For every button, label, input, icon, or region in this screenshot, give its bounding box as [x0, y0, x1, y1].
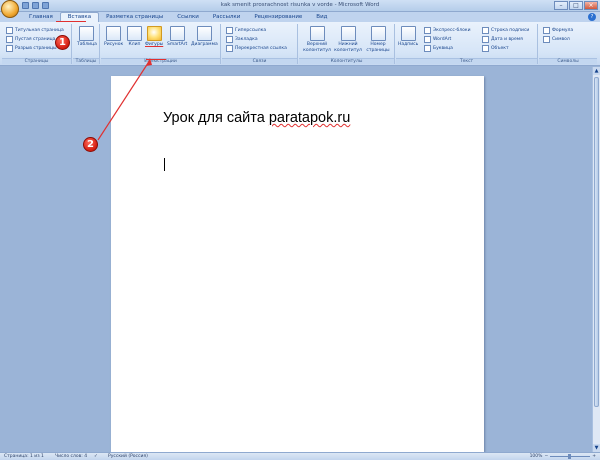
cover-page-button[interactable]: Титульная страница	[6, 26, 64, 35]
ribbon-tabs: Главная Вставка Разметка страницы Ссылки…	[0, 12, 600, 22]
hyperlink-icon	[226, 27, 233, 34]
page-break-button[interactable]: Разрыв страницы	[6, 44, 57, 53]
group-label-symbols: Символы	[539, 58, 597, 64]
cross-reference-button[interactable]: Перекрестная ссылка	[226, 44, 287, 53]
wordart-icon	[424, 36, 431, 43]
ribbon: Титульная страница Пустая страница Разры…	[0, 22, 600, 66]
status-word-count[interactable]: Число слов: 4	[55, 454, 87, 459]
picture-button[interactable]: Рисунок	[104, 26, 123, 48]
heading-link-text: paratapok.ru	[268, 110, 351, 126]
quick-parts-icon	[424, 27, 431, 34]
document-page[interactable]	[111, 76, 484, 452]
scroll-thumb[interactable]	[594, 77, 599, 407]
date-time-button[interactable]: Дата и время	[482, 35, 523, 44]
chart-icon	[196, 26, 212, 41]
clip-icon	[127, 26, 142, 41]
scroll-up-icon[interactable]: ▲	[593, 67, 600, 75]
status-bar: Страница: 1 из 1 Число слов: 4 ✓ Русский…	[0, 452, 600, 460]
smartart-icon	[169, 26, 185, 41]
vertical-scrollbar[interactable]: ▲ ▼	[592, 67, 600, 452]
header-button[interactable]: Верхний колонтитул	[301, 26, 333, 53]
shapes-underline	[146, 59, 166, 60]
clip-button[interactable]: Клип	[127, 26, 142, 48]
office-button[interactable]	[1, 0, 19, 18]
smartart-button[interactable]: SmartArt	[167, 26, 187, 48]
text-box-button[interactable]: Надпись	[398, 26, 418, 48]
tab-review[interactable]: Рецензирование	[247, 12, 309, 22]
picture-icon	[106, 26, 122, 41]
scroll-down-icon[interactable]: ▼	[593, 444, 600, 452]
header-icon	[309, 26, 325, 41]
text-box-icon	[400, 26, 416, 41]
tab-home[interactable]: Главная	[22, 12, 60, 22]
group-label-text: Текст	[396, 58, 537, 64]
blank-page-button[interactable]: Пустая страница	[6, 35, 55, 44]
chart-button[interactable]: Диаграмма	[191, 26, 218, 48]
object-icon	[482, 45, 489, 52]
step-marker-2: 2	[83, 137, 98, 152]
footer-icon	[340, 26, 356, 41]
status-language[interactable]: Русский (Россия)	[108, 454, 148, 459]
zoom-level[interactable]: 100%	[530, 454, 543, 459]
maximize-button[interactable]: □	[569, 1, 583, 10]
tab-references[interactable]: Ссылки	[170, 12, 206, 22]
group-label-pages: Страницы	[2, 58, 71, 64]
footer-button[interactable]: Нижний колонтитул	[333, 26, 363, 53]
group-illustrations: Рисунок Клип Фигуры SmartArt Диаграмма И…	[101, 24, 221, 64]
zoom-in-icon[interactable]: +	[592, 454, 596, 459]
signature-line-button[interactable]: Строка подписи	[482, 26, 529, 35]
page-number-icon	[370, 26, 386, 41]
table-icon	[79, 26, 95, 41]
page-number-button[interactable]: Номер страницы	[364, 26, 392, 53]
drop-cap-icon	[424, 45, 431, 52]
window-title: kak smenit prosrachnost risunka v vorde …	[220, 2, 380, 8]
date-time-icon	[482, 36, 489, 43]
group-label-tables: Таблицы	[73, 58, 99, 64]
tab-view[interactable]: Вид	[309, 12, 334, 22]
insert-tab-underline	[56, 21, 86, 22]
symbol-button[interactable]: Символ	[543, 35, 570, 44]
window-controls: – □ ×	[554, 1, 598, 10]
group-links: Гиперссылка Закладка Перекрестная ссылка…	[222, 24, 298, 64]
signature-line-icon	[482, 27, 489, 34]
object-button[interactable]: Объект	[482, 44, 509, 53]
group-label-header-footer: Колонтитулы	[299, 58, 394, 64]
step-marker-1: 1	[55, 35, 70, 50]
tab-mailings[interactable]: Рассылки	[206, 12, 248, 22]
text-cursor	[164, 158, 165, 171]
equation-button[interactable]: Формула	[543, 26, 573, 35]
zoom-control: 100% − +	[530, 454, 596, 459]
document-heading[interactable]: Урок для сайта paratapok.ru	[163, 110, 350, 126]
omega-icon	[543, 36, 550, 43]
quick-parts-button[interactable]: Экспресс-блоки	[424, 26, 471, 35]
blank-page-icon	[6, 36, 13, 43]
shapes-button[interactable]: Фигуры	[145, 26, 163, 48]
bookmark-icon	[226, 36, 233, 43]
tab-page-layout[interactable]: Разметка страницы	[99, 12, 170, 22]
cross-reference-icon	[226, 45, 233, 52]
spell-check-icon[interactable]: ✓	[94, 454, 98, 459]
bookmark-button[interactable]: Закладка	[226, 35, 258, 44]
status-page[interactable]: Страница: 1 из 1	[4, 454, 44, 459]
minimize-button[interactable]: –	[554, 1, 568, 10]
title-bar: kak smenit prosrachnost risunka v vorde …	[0, 0, 600, 12]
shapes-icon	[146, 26, 162, 41]
zoom-slider[interactable]	[550, 454, 591, 459]
group-header-footer: Верхний колонтитул Нижний колонтитул Ном…	[299, 24, 395, 64]
group-text: Надпись Экспресс-блоки WordArt Буквица С…	[396, 24, 538, 64]
zoom-out-icon[interactable]: −	[544, 454, 548, 459]
cover-page-icon	[6, 27, 13, 34]
table-button[interactable]: Таблица	[77, 26, 97, 48]
wordart-button[interactable]: WordArt	[424, 35, 451, 44]
group-symbols: Формула Символ Символы	[539, 24, 597, 64]
help-icon[interactable]: ?	[588, 13, 596, 21]
page-break-icon	[6, 45, 13, 52]
drop-cap-button[interactable]: Буквица	[424, 44, 453, 53]
group-label-links: Связи	[222, 58, 297, 64]
pi-icon	[543, 27, 550, 34]
hyperlink-button[interactable]: Гиперссылка	[226, 26, 266, 35]
close-button[interactable]: ×	[584, 1, 598, 10]
group-tables: Таблица Таблицы	[73, 24, 100, 64]
